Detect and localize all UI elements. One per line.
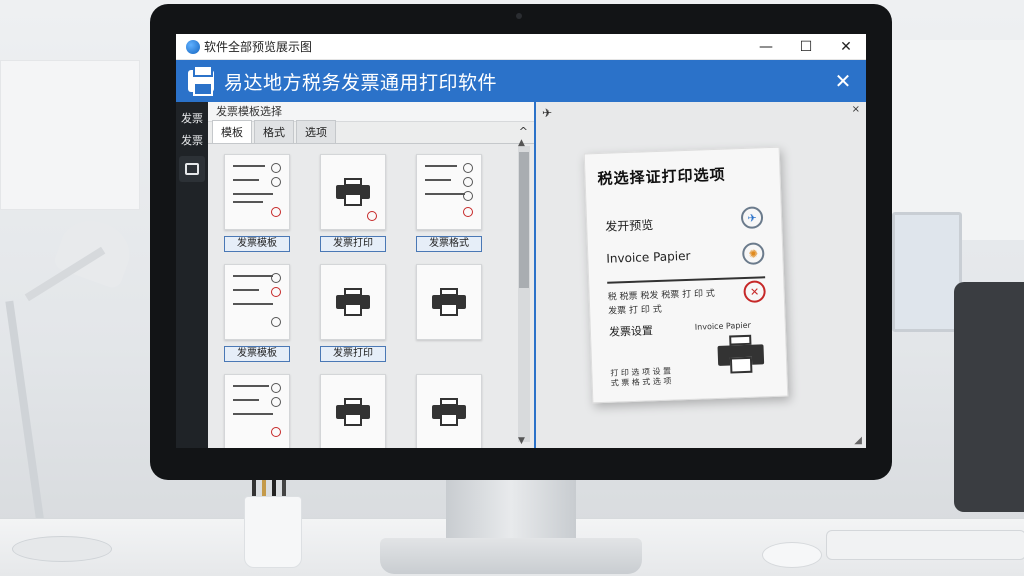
printer-icon bbox=[336, 398, 370, 426]
invoice-row: Invoice Papier bbox=[606, 248, 691, 266]
computer-mouse bbox=[762, 542, 822, 568]
template-panel: 发票模板选择 模板 格式 选项 ^ 发票模板 发票打印 发票格式 发票模板 发票… bbox=[208, 102, 536, 448]
card-label: 发票格式 bbox=[416, 236, 482, 252]
divider bbox=[607, 276, 766, 284]
invoice-row: 发开预览 bbox=[605, 218, 654, 234]
card-label: 发票模板 bbox=[224, 346, 290, 362]
template-card[interactable]: 发票格式 bbox=[416, 154, 486, 252]
printer-icon bbox=[336, 288, 370, 316]
vertical-scrollbar[interactable]: ▲ ▼ bbox=[518, 138, 530, 446]
printer-icon bbox=[336, 178, 370, 206]
banner-close-button[interactable]: ✕ bbox=[820, 69, 866, 93]
tab-format[interactable]: 格式 bbox=[254, 120, 294, 143]
template-card[interactable]: 发票模板 bbox=[224, 154, 294, 252]
invoice-text: 税 税票 税发 税票 打 印 式 bbox=[607, 289, 716, 303]
scroll-up-icon[interactable]: ▲ bbox=[518, 138, 525, 148]
printer-thumbnail bbox=[320, 264, 386, 340]
tab-template[interactable]: 模板 bbox=[212, 120, 252, 143]
invoice-thumbnail bbox=[224, 154, 290, 230]
app-banner: 易达地方税务发票通用打印软件 ✕ bbox=[176, 60, 866, 102]
card-label: 发票打印 bbox=[320, 236, 386, 252]
close-icon[interactable]: × bbox=[852, 104, 860, 115]
template-card[interactable]: 发票模板 bbox=[224, 264, 294, 362]
invoice-thumbnail bbox=[416, 154, 482, 230]
main-area: 发票 发票 发票模板选择 模板 格式 选项 ^ 发票模板 发票打印 发票格式 发… bbox=[176, 102, 866, 448]
template-card[interactable] bbox=[224, 374, 294, 448]
printer-icon bbox=[432, 288, 466, 316]
pen-cup bbox=[244, 496, 302, 568]
tab-options[interactable]: 选项 bbox=[296, 120, 336, 143]
sidebar: 发票 发票 bbox=[176, 102, 208, 448]
panel-title: 发票模板选择 bbox=[208, 102, 534, 122]
template-card[interactable] bbox=[416, 374, 486, 448]
stamp-icon: ✺ bbox=[741, 242, 765, 266]
background-monitor bbox=[892, 212, 962, 332]
invoice-text: Invoice Papier bbox=[694, 320, 751, 332]
invoice-preview: 税选择证打印选项 发开预览 ✈ Invoice Papier ✺ 税 税票 税发… bbox=[583, 146, 789, 404]
template-card[interactable]: 发票打印 bbox=[320, 154, 390, 252]
card-label: 发票模板 bbox=[224, 236, 290, 252]
window-title: 软件全部预览展示图 bbox=[204, 40, 313, 54]
template-card[interactable] bbox=[320, 374, 390, 448]
reject-icon: ✕ bbox=[743, 280, 766, 303]
sidebar-item-invoice[interactable]: 发票 bbox=[176, 108, 208, 130]
window-controls: — ☐ ✕ bbox=[746, 34, 866, 60]
resize-grip-icon[interactable]: ◢ bbox=[854, 435, 862, 446]
template-grid: 发票模板 发票打印 发票格式 发票模板 发票打印 bbox=[216, 154, 506, 448]
invoice-thumbnail bbox=[224, 264, 290, 340]
invoice-text: 发票 打 印 式 bbox=[608, 304, 662, 317]
printer-thumbnail bbox=[416, 374, 482, 448]
template-card[interactable]: 发票打印 bbox=[320, 264, 390, 362]
printer-thumbnail bbox=[416, 264, 482, 340]
card-label: 发票打印 bbox=[320, 346, 386, 362]
preview-panel: ✈ × 税选择证打印选项 发开预览 ✈ Invoice Papier ✺ 税 税… bbox=[536, 102, 866, 448]
printer-thumbnail bbox=[320, 374, 386, 448]
printer-icon bbox=[188, 65, 214, 96]
plane-icon: ✈ bbox=[740, 206, 764, 230]
sidebar-printer-icon[interactable] bbox=[179, 156, 205, 182]
app-window: 软件全部预览展示图 — ☐ ✕ 易达地方税务发票通用打印软件 ✕ 发票 发票 发… bbox=[176, 34, 866, 448]
keyboard bbox=[826, 530, 1024, 560]
invoice-title: 税选择证打印选项 bbox=[597, 165, 726, 189]
sidebar-item-invoice-2[interactable]: 发票 bbox=[176, 130, 208, 152]
window-titlebar: 软件全部预览展示图 — ☐ ✕ bbox=[176, 34, 866, 60]
scroll-thumb[interactable] bbox=[519, 152, 529, 288]
maximize-button[interactable]: ☐ bbox=[786, 34, 826, 60]
webcam-icon bbox=[516, 13, 522, 19]
desk-lamp-base bbox=[12, 536, 112, 562]
scroll-down-icon[interactable]: ▼ bbox=[518, 436, 525, 446]
tab-bar: 模板 格式 选项 ^ bbox=[208, 120, 534, 144]
background-shelf bbox=[0, 60, 140, 210]
template-card[interactable] bbox=[416, 264, 486, 346]
desk-lamp-pole bbox=[5, 300, 47, 540]
app-title: 易达地方税务发票通用打印软件 bbox=[224, 71, 498, 94]
printer-icon bbox=[717, 334, 765, 376]
printer-icon bbox=[432, 398, 466, 426]
monitor-stand-neck bbox=[446, 480, 576, 540]
invoice-row: 发票设置 bbox=[608, 324, 654, 339]
background-wall-frame bbox=[874, 40, 1024, 240]
invoice-text: 式 票 格 式 选 项 bbox=[610, 376, 672, 388]
invoice-thumbnail bbox=[224, 374, 290, 448]
printer-thumbnail bbox=[320, 154, 386, 230]
close-button[interactable]: ✕ bbox=[826, 34, 866, 60]
minimize-button[interactable]: — bbox=[746, 34, 786, 60]
monitor-stand-base bbox=[380, 538, 642, 574]
pin-icon[interactable]: ✈ bbox=[542, 106, 552, 120]
app-logo-icon bbox=[186, 39, 200, 54]
background-chair bbox=[954, 282, 1024, 512]
collapse-caret-icon[interactable]: ^ bbox=[519, 125, 528, 138]
